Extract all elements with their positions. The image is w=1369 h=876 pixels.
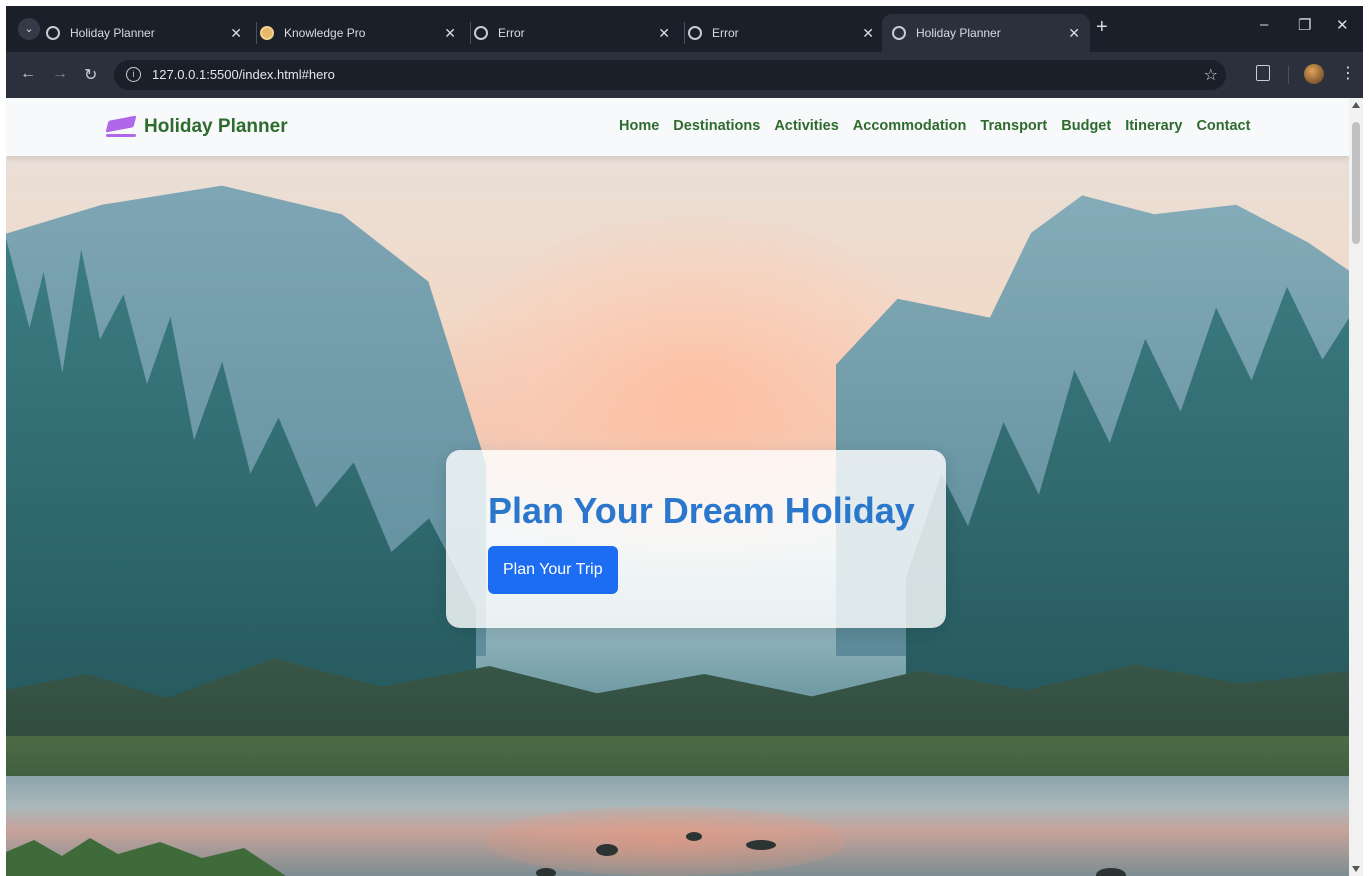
reload-icon[interactable]: ↻: [84, 65, 97, 85]
tab-divider: [256, 22, 257, 44]
nav-link-contact[interactable]: Contact: [1196, 118, 1250, 134]
brand-name: Holiday Planner: [144, 116, 288, 137]
address-bar[interactable]: i 127.0.0.1:5500/index.html#hero ☆: [114, 60, 1226, 90]
close-tab-icon[interactable]: ✕: [1068, 25, 1080, 42]
globe-icon: [46, 26, 60, 40]
nav-link-home[interactable]: Home: [619, 118, 659, 134]
hero-card: Plan Your Dream Holiday Plan Your Trip: [446, 450, 946, 628]
tab-holiday-planner-1[interactable]: Holiday Planner ✕: [46, 14, 252, 52]
hero-background-rock: [536, 868, 556, 876]
tab-holiday-planner-active[interactable]: Holiday Planner ✕: [882, 14, 1090, 52]
menu-kebab-icon[interactable]: ⋮: [1340, 63, 1356, 83]
tab-error-2[interactable]: Error ✕: [688, 14, 884, 52]
nav-link-accommodation[interactable]: Accommodation: [853, 118, 967, 134]
tab-label: Error: [712, 26, 739, 40]
hero-background-rock: [596, 844, 618, 856]
hero-background-rock: [686, 832, 702, 841]
globe-icon: [474, 26, 488, 40]
nav-link-itinerary[interactable]: Itinerary: [1125, 118, 1182, 134]
browser-window: ⌄ Holiday Planner ✕ Knowledge Pro ✕ Erro…: [0, 0, 1369, 876]
profile-avatar[interactable]: [1304, 64, 1324, 84]
nav-link-budget[interactable]: Budget: [1061, 118, 1111, 134]
tab-label: Error: [498, 26, 525, 40]
nav-link-destinations[interactable]: Destinations: [673, 118, 760, 134]
globe-icon: [892, 26, 906, 40]
tab-label: Holiday Planner: [70, 26, 155, 40]
extensions-icon[interactable]: [1256, 65, 1270, 81]
tab-label: Holiday Planner: [916, 26, 1001, 40]
bookmark-star-icon[interactable]: ☆: [1204, 65, 1218, 85]
forward-icon[interactable]: →: [52, 65, 68, 83]
restore-icon[interactable]: ❐: [1298, 16, 1311, 34]
hero-background-rock: [1096, 868, 1126, 876]
hero-background-rock: [746, 840, 776, 850]
toolbar-divider: [1288, 66, 1289, 84]
close-tab-icon[interactable]: ✕: [444, 25, 456, 42]
browser-toolbar: ← → ↻ i 127.0.0.1:5500/index.html#hero ☆…: [6, 52, 1363, 98]
tab-divider: [470, 22, 471, 44]
page-viewport: Holiday Planner Home Destinations Activi…: [6, 98, 1349, 876]
scrollbar-thumb[interactable]: [1352, 122, 1360, 244]
nav-link-transport[interactable]: Transport: [980, 118, 1047, 134]
plane-takeoff-icon: [105, 114, 137, 140]
close-tab-icon[interactable]: ✕: [658, 25, 670, 42]
nav-link-activities[interactable]: Activities: [774, 118, 838, 134]
main-nav: Home Destinations Activities Accommodati…: [619, 118, 1250, 134]
globe-icon: [688, 26, 702, 40]
site-header: Holiday Planner Home Destinations Activi…: [6, 98, 1349, 156]
close-window-icon[interactable]: ✕: [1336, 16, 1349, 34]
site-logo[interactable]: Holiday Planner: [105, 114, 288, 140]
site-info-icon[interactable]: i: [126, 67, 141, 82]
tab-label: Knowledge Pro: [284, 26, 366, 40]
tab-error-1[interactable]: Error ✕: [474, 14, 680, 52]
page-scrollbar[interactable]: [1349, 98, 1363, 876]
close-tab-icon[interactable]: ✕: [862, 25, 874, 42]
tab-knowledge-pro[interactable]: Knowledge Pro ✕: [260, 14, 466, 52]
scroll-up-icon[interactable]: [1352, 102, 1360, 108]
tab-search-icon[interactable]: ⌄: [18, 18, 40, 40]
url-text[interactable]: 127.0.0.1:5500/index.html#hero: [152, 67, 335, 82]
tab-strip: ⌄ Holiday Planner ✕ Knowledge Pro ✕ Erro…: [6, 6, 1363, 52]
new-tab-icon[interactable]: +: [1096, 16, 1108, 39]
minimize-icon[interactable]: –: [1260, 16, 1268, 33]
hero-section: Plan Your Dream Holiday Plan Your Trip: [6, 156, 1349, 876]
knowledge-pro-favicon: [260, 26, 274, 40]
close-tab-icon[interactable]: ✕: [230, 25, 242, 42]
hero-title: Plan Your Dream Holiday: [488, 490, 915, 531]
scroll-down-icon[interactable]: [1352, 866, 1360, 872]
hero-background-reflection: [486, 806, 846, 876]
browser-chrome: ⌄ Holiday Planner ✕ Knowledge Pro ✕ Erro…: [6, 6, 1363, 98]
tab-divider: [684, 22, 685, 44]
plan-trip-button[interactable]: Plan Your Trip: [488, 546, 618, 594]
back-icon[interactable]: ←: [20, 65, 36, 83]
